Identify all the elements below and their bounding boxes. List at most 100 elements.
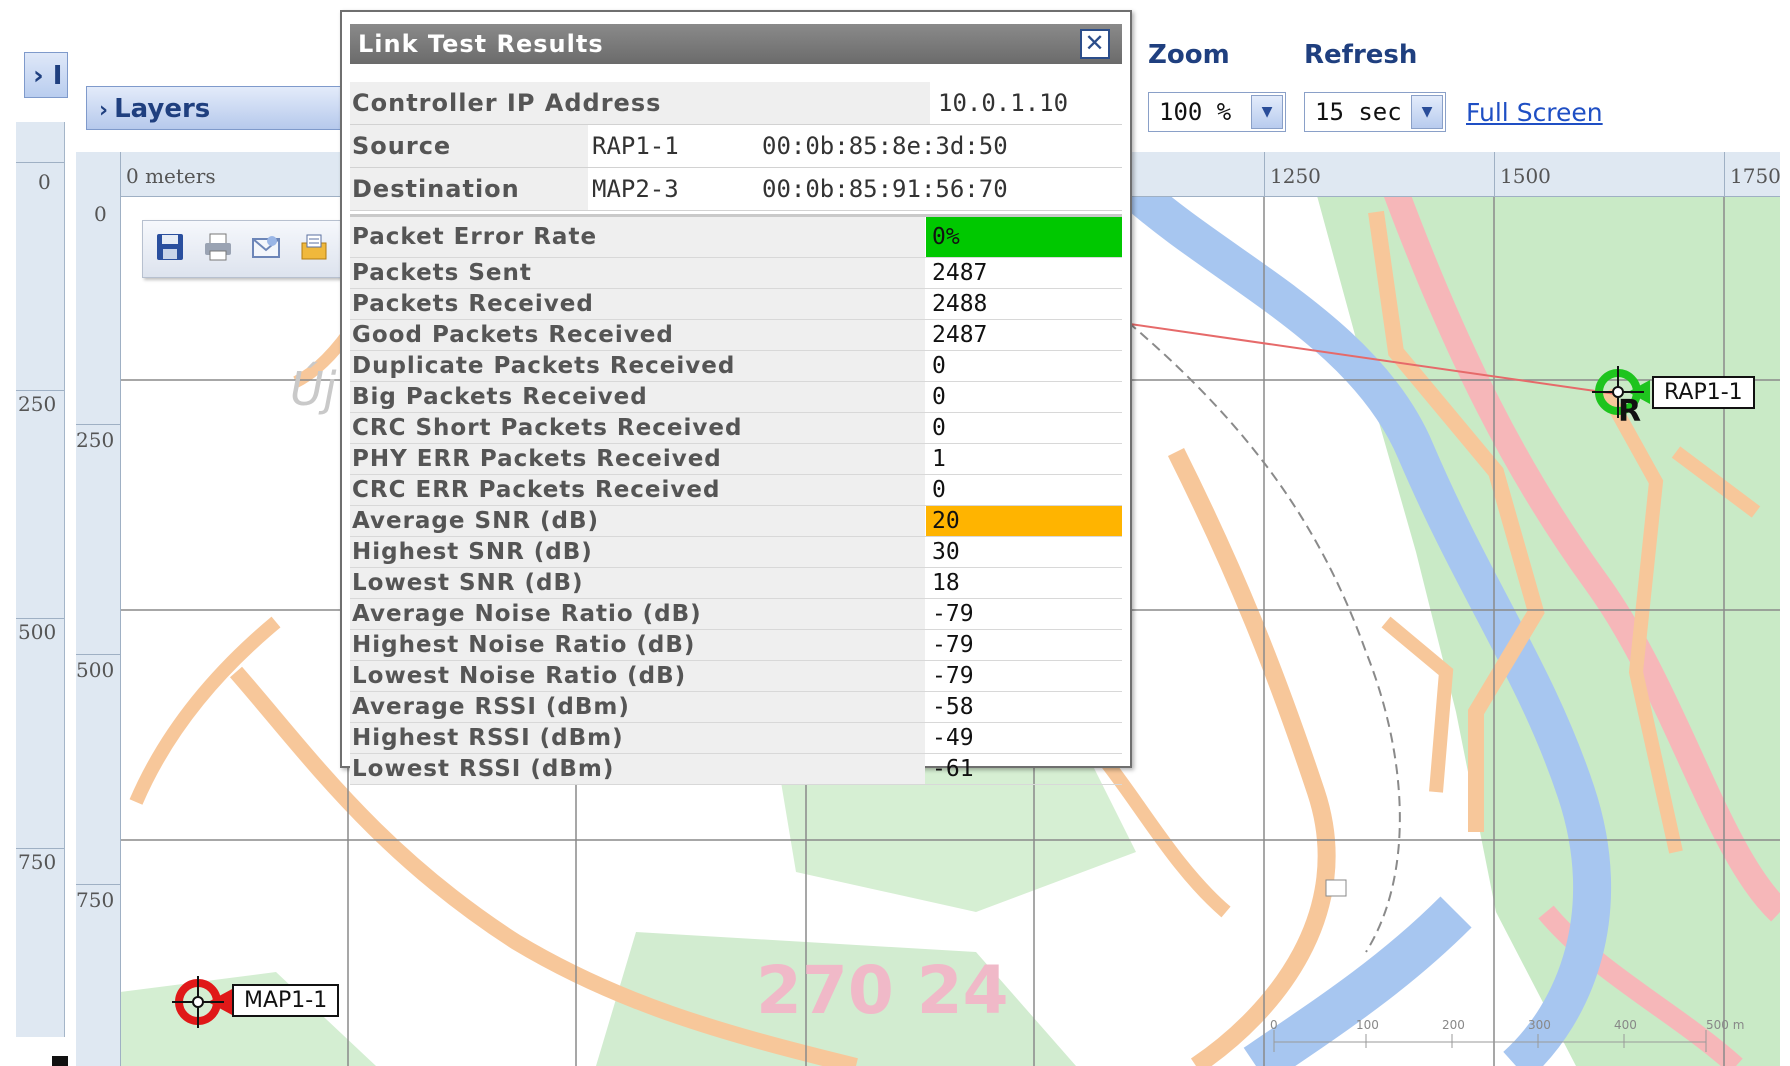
stat-value: -58 bbox=[932, 694, 974, 720]
stat-row-lowest-noise-ratio: Lowest Noise Ratio (dB) -79 bbox=[350, 661, 1122, 692]
road-8 bbox=[1381, 616, 1454, 793]
rap-letter: R bbox=[1618, 394, 1642, 429]
stat-value-packet-error-rate: 0% bbox=[926, 217, 1122, 257]
ruler-left-outer-750: 750 bbox=[18, 850, 57, 874]
chevron-down-icon[interactable]: ▼ bbox=[1251, 95, 1283, 129]
stat-row-phy-err-packets-received: PHY ERR Packets Received 1 bbox=[350, 444, 1122, 475]
zoom-label: Zoom bbox=[1148, 40, 1230, 70]
stat-row-lowest-rssi: Lowest RSSI (dBm) -61 bbox=[350, 754, 1122, 785]
stat-value: 1 bbox=[932, 446, 946, 472]
rap1-1-label[interactable]: RAP1-1 bbox=[1652, 376, 1755, 409]
stat-label: Highest RSSI (dBm) bbox=[350, 723, 925, 753]
stat-value: -49 bbox=[932, 725, 974, 751]
refresh-select[interactable]: 15 sec ▼ bbox=[1304, 92, 1446, 132]
map1-1-label[interactable]: MAP1-1 bbox=[232, 984, 340, 1017]
source-row: Source RAP1-1 00:0b:85:8e:3d:50 bbox=[350, 125, 1122, 168]
stat-label: PHY ERR Packets Received bbox=[350, 444, 925, 474]
stat-row-average-snr: Average SNR (dB) 20 bbox=[350, 506, 1122, 537]
stat-row-crc-short-packets-received: CRC Short Packets Received 0 bbox=[350, 413, 1122, 444]
rap1-1-ap-icon[interactable]: R bbox=[1592, 366, 1650, 429]
destination-label: Destination bbox=[350, 168, 588, 210]
layers-label: Layers bbox=[114, 94, 211, 124]
source-name: RAP1-1 bbox=[592, 132, 679, 160]
stat-label: Packet Error Rate bbox=[350, 217, 925, 257]
stat-label: Good Packets Received bbox=[350, 320, 925, 350]
ruler-top-1250: 1250 bbox=[1270, 164, 1321, 188]
scale-tick-300: 300 bbox=[1528, 1018, 1551, 1032]
stat-value: 2487 bbox=[932, 260, 988, 286]
stat-label: Packets Sent bbox=[350, 258, 925, 288]
collapsed-panel-tab[interactable]: › I bbox=[24, 52, 68, 98]
stat-label: Highest Noise Ratio (dB) bbox=[350, 630, 925, 660]
map1-1-ap-icon[interactable] bbox=[172, 976, 234, 1028]
stat-row-highest-noise-ratio: Highest Noise Ratio (dB) -79 bbox=[350, 630, 1122, 661]
ruler-top-0: 0 meters bbox=[126, 164, 216, 188]
chevron-right-icon: › bbox=[99, 98, 109, 123]
stat-row-packet-error-rate: Packet Error Rate 0% bbox=[350, 217, 1122, 258]
road-1 bbox=[1167, 447, 1336, 1066]
link-statistics-table: Packet Error Rate 0% Packets Sent 2487 P… bbox=[350, 214, 1122, 785]
stat-row-average-noise-ratio: Average Noise Ratio (dB) -79 bbox=[350, 599, 1122, 630]
zoom-value: 100 % bbox=[1159, 98, 1232, 126]
scale-tick-200: 200 bbox=[1442, 1018, 1465, 1032]
scale-tick-500: 500 m bbox=[1706, 1018, 1745, 1032]
stat-label: Big Packets Received bbox=[350, 382, 925, 412]
stat-row-good-packets-received: Good Packets Received 2487 bbox=[350, 320, 1122, 351]
stat-row-packets-sent: Packets Sent 2487 bbox=[350, 258, 1122, 289]
stat-value: 0 bbox=[932, 477, 946, 503]
layers-tab[interactable]: › Layers bbox=[86, 86, 342, 130]
refresh-value: 15 sec bbox=[1315, 98, 1402, 126]
close-icon[interactable]: ✕ bbox=[1080, 29, 1110, 59]
stat-value: -79 bbox=[932, 663, 974, 689]
left-ruler-inner: 0 250 500 750 bbox=[76, 196, 121, 1066]
map-toolbar bbox=[142, 220, 344, 278]
scale-tick-100: 100 bbox=[1356, 1018, 1379, 1032]
ruler-top-1500: 1500 bbox=[1500, 164, 1551, 188]
stat-label: Highest SNR (dB) bbox=[350, 537, 925, 567]
stat-label: Average SNR (dB) bbox=[350, 506, 925, 536]
stat-row-highest-snr: Highest SNR (dB) 30 bbox=[350, 537, 1122, 568]
stat-value: 2488 bbox=[932, 291, 988, 317]
export-icon[interactable] bbox=[297, 231, 331, 265]
chevron-down-icon[interactable]: ▼ bbox=[1411, 95, 1443, 129]
stat-value: 0 bbox=[932, 353, 946, 379]
stat-value: -79 bbox=[932, 632, 974, 658]
ruler-left-outer-0: 0 bbox=[38, 170, 51, 194]
corner-marker bbox=[52, 1056, 68, 1066]
ruler-left-inner-750: 750 bbox=[76, 888, 115, 912]
controller-ip-label: Controller IP Address bbox=[350, 82, 930, 124]
ruler-left-inner-500: 500 bbox=[76, 658, 115, 682]
ruler-top-1750: 1750 bbox=[1730, 164, 1781, 188]
stat-value: 30 bbox=[932, 539, 960, 565]
stat-row-big-packets-received: Big Packets Received 0 bbox=[350, 382, 1122, 413]
email-icon[interactable] bbox=[249, 231, 283, 265]
stat-row-duplicate-packets-received: Duplicate Packets Received 0 bbox=[350, 351, 1122, 382]
left-ruler-outer: 0 250 500 750 bbox=[16, 122, 65, 1037]
controller-ip-row: Controller IP Address 10.0.1.10 bbox=[350, 82, 1122, 125]
destination-row: Destination MAP2-3 00:0b:85:91:56:70 bbox=[350, 168, 1122, 211]
controller-ip-value: 10.0.1.10 bbox=[938, 89, 1069, 117]
stat-value: 0 bbox=[932, 415, 946, 441]
road-6 bbox=[129, 616, 281, 805]
mini-tab-label: › I bbox=[33, 61, 63, 91]
save-icon[interactable] bbox=[153, 231, 187, 265]
stat-label: Lowest RSSI (dBm) bbox=[350, 754, 925, 784]
ruler-left-inner-0: 0 bbox=[94, 202, 107, 226]
stat-label: CRC Short Packets Received bbox=[350, 413, 925, 443]
source-label: Source bbox=[350, 125, 588, 167]
source-mac: 00:0b:85:8e:3d:50 bbox=[762, 132, 1008, 160]
stat-label: Lowest Noise Ratio (dB) bbox=[350, 661, 925, 691]
stat-label: Packets Received bbox=[350, 289, 925, 319]
zoom-select[interactable]: 100 % ▼ bbox=[1148, 92, 1286, 132]
stat-row-lowest-snr: Lowest SNR (dB) 18 bbox=[350, 568, 1122, 599]
dialog-title-bar[interactable]: Link Test Results ✕ bbox=[350, 24, 1122, 64]
destination-name: MAP2-3 bbox=[592, 175, 679, 203]
stat-value-average-snr: 20 bbox=[926, 506, 1122, 536]
stat-label: Average Noise Ratio (dB) bbox=[350, 599, 925, 629]
stat-value: -61 bbox=[932, 756, 974, 782]
full-screen-link[interactable]: Full Screen bbox=[1466, 98, 1603, 127]
print-icon[interactable] bbox=[201, 231, 235, 265]
refresh-label: Refresh bbox=[1304, 40, 1418, 70]
destination-mac: 00:0b:85:91:56:70 bbox=[762, 175, 1008, 203]
stat-value: -79 bbox=[932, 601, 974, 627]
